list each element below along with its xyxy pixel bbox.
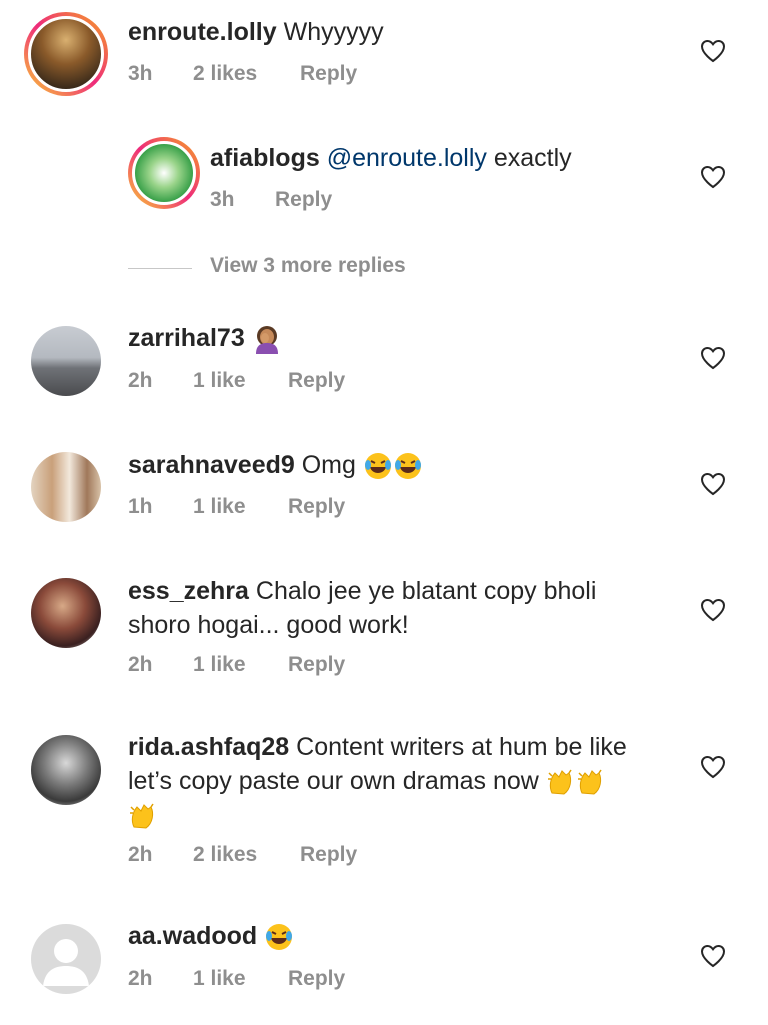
likes-count[interactable]: 2 likes bbox=[193, 843, 257, 867]
reply-button[interactable]: Reply bbox=[288, 967, 345, 991]
avatar-ess-zehra[interactable] bbox=[31, 578, 101, 648]
reply-button[interactable]: Reply bbox=[288, 495, 345, 519]
reply-button[interactable]: Reply bbox=[288, 653, 345, 677]
comment-body: Content writers at hum be like bbox=[289, 733, 627, 761]
comment-body: Whyyyyy bbox=[283, 18, 384, 46]
reply-button[interactable]: Reply bbox=[275, 188, 332, 212]
timestamp: 3h bbox=[128, 62, 153, 85]
default-avatar-icon bbox=[43, 939, 89, 986]
comment-body: Chalo jee ye blatant copy bholi bbox=[248, 577, 597, 605]
timestamp: 3h bbox=[210, 188, 235, 211]
comment-text: zarrihal73 bbox=[128, 322, 282, 355]
username-link[interactable]: afiablogs bbox=[210, 144, 320, 172]
heart-icon[interactable] bbox=[700, 944, 726, 968]
username-link[interactable]: ess_zehra bbox=[128, 577, 249, 605]
comment-text: afiablogs @enroute.lolly exactly bbox=[210, 142, 572, 175]
comment-body: Omg bbox=[294, 451, 356, 479]
laughing-tears-emoji bbox=[394, 453, 421, 480]
comment-text-line-2: shoro hogai... good work! bbox=[128, 609, 409, 642]
reply-button[interactable]: Reply bbox=[300, 843, 357, 867]
comment-body: exactly bbox=[486, 144, 572, 172]
username-link[interactable]: zarrihal73 bbox=[128, 324, 245, 352]
laughing-tears-emoji bbox=[364, 453, 391, 480]
reply-button[interactable]: Reply bbox=[300, 62, 357, 86]
timestamp: 2h bbox=[128, 967, 153, 990]
likes-count[interactable]: 1 like bbox=[193, 369, 246, 393]
comment-text: sarahnaveed9 Omg bbox=[128, 449, 423, 482]
heart-icon[interactable] bbox=[700, 598, 726, 622]
likes-count[interactable]: 1 like bbox=[193, 967, 246, 991]
avatar-afiablogs[interactable] bbox=[128, 137, 200, 209]
avatar-sarahnaveed9[interactable] bbox=[31, 452, 101, 522]
username-link[interactable]: sarahnaveed9 bbox=[128, 451, 295, 479]
username-link[interactable]: enroute.lolly bbox=[128, 18, 277, 46]
timestamp: 1h bbox=[128, 495, 153, 518]
mention-link[interactable]: @enroute.lolly bbox=[327, 144, 487, 172]
comment-body-continued: shoro hogai... good work! bbox=[128, 611, 409, 639]
clapping-hands-emoji bbox=[547, 769, 572, 795]
heart-icon[interactable] bbox=[700, 755, 726, 779]
clapping-hands-emoji bbox=[577, 769, 602, 795]
clapping-hands-emoji bbox=[130, 803, 154, 829]
timestamp: 2h bbox=[128, 843, 153, 866]
comment-text-line-1: rida.ashfaq28 Content writers at hum be … bbox=[128, 731, 627, 764]
avatar-aa-wadood[interactable] bbox=[31, 924, 101, 994]
comment-text-line-3 bbox=[128, 799, 158, 832]
username-link[interactable]: rida.ashfaq28 bbox=[128, 733, 289, 761]
comment-body-continued: let’s copy paste our own dramas now bbox=[128, 767, 539, 795]
heart-icon[interactable] bbox=[700, 346, 726, 370]
avatar-rida-ashfaq28[interactable] bbox=[31, 735, 101, 805]
woman-facepalming-emoji bbox=[255, 326, 278, 355]
timestamp: 2h bbox=[128, 369, 153, 392]
comment-text: enroute.lolly Whyyyyy bbox=[128, 16, 384, 49]
avatar-zarrihal73[interactable] bbox=[31, 326, 101, 396]
comment-text-line-2: let’s copy paste our own dramas now bbox=[128, 765, 606, 798]
likes-count[interactable]: 1 like bbox=[193, 653, 246, 677]
divider-line bbox=[128, 268, 192, 269]
username-link[interactable]: aa.wadood bbox=[128, 922, 257, 950]
likes-count[interactable]: 1 like bbox=[193, 495, 246, 519]
view-more-replies-label[interactable]: View 3 more replies bbox=[210, 254, 406, 278]
reply-button[interactable]: Reply bbox=[288, 369, 345, 393]
heart-icon[interactable] bbox=[700, 472, 726, 496]
laughing-tears-emoji bbox=[266, 924, 293, 951]
comment-text: aa.wadood bbox=[128, 920, 294, 953]
heart-icon[interactable] bbox=[700, 39, 726, 63]
likes-count[interactable]: 2 likes bbox=[193, 62, 257, 86]
avatar-enroute-lolly[interactable] bbox=[24, 12, 108, 96]
comment-text-line-1: ess_zehra Chalo jee ye blatant copy bhol… bbox=[128, 575, 596, 608]
timestamp: 2h bbox=[128, 653, 153, 676]
heart-icon[interactable] bbox=[700, 165, 726, 189]
